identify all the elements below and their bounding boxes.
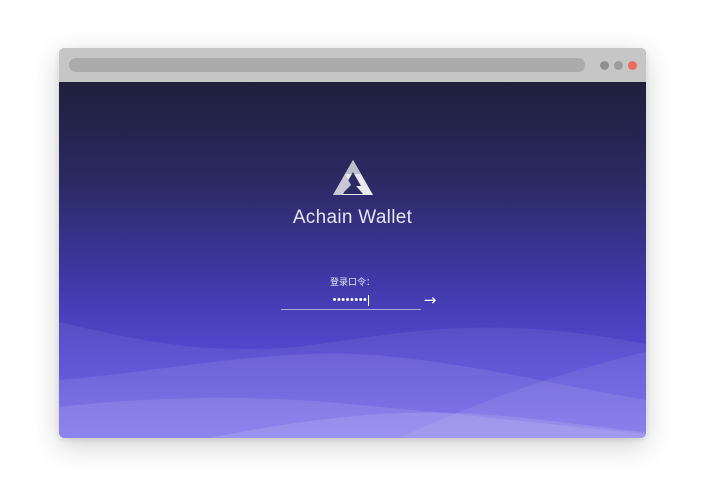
triangle-logo-icon bbox=[333, 160, 373, 195]
password-label: 登录口令： bbox=[329, 277, 375, 287]
app-title: Achain Wallet bbox=[292, 207, 413, 228]
title-bar bbox=[59, 48, 646, 82]
minimize-button[interactable] bbox=[600, 61, 609, 70]
maximize-button[interactable] bbox=[614, 61, 623, 70]
close-button[interactable] bbox=[628, 61, 637, 70]
wave-background bbox=[59, 322, 646, 438]
address-bar[interactable] bbox=[69, 58, 585, 72]
submit-arrow-icon[interactable]: → bbox=[421, 290, 439, 310]
password-input[interactable] bbox=[281, 291, 421, 310]
login-screen: Achain Wallet 登录口令： •••••••• → bbox=[59, 82, 646, 438]
browser-window: Achain Wallet 登录口令： •••••••• → bbox=[59, 48, 646, 438]
